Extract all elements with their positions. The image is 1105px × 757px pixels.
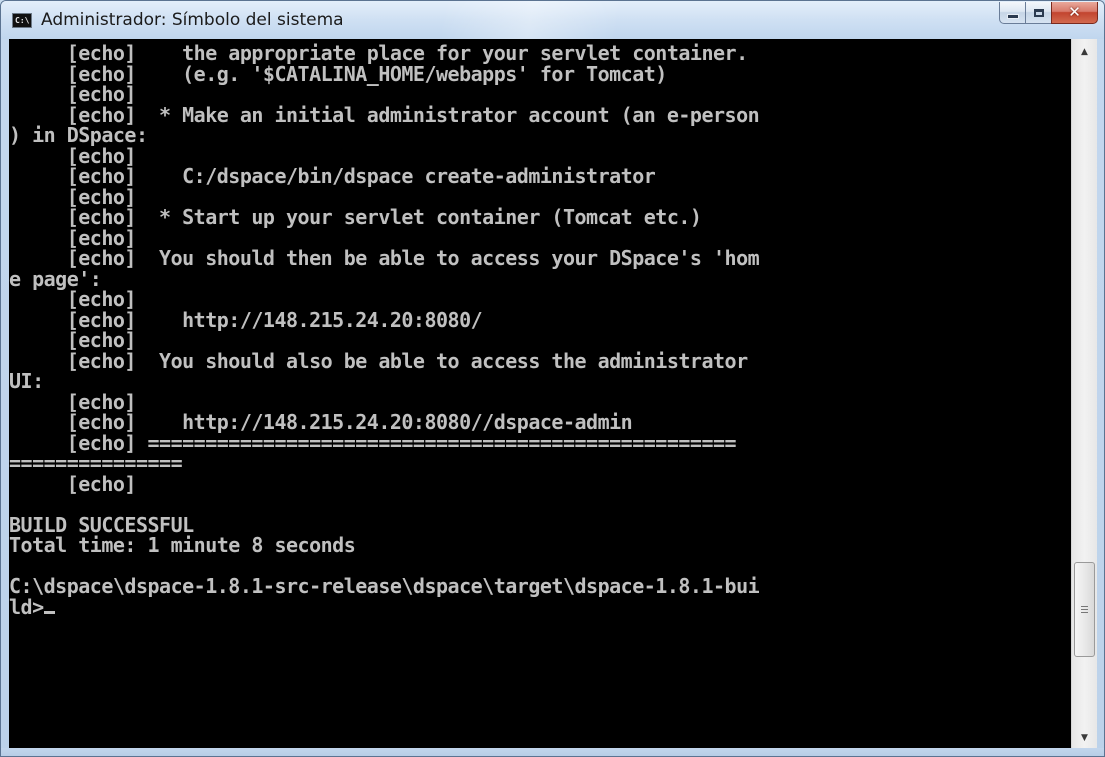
console-line: [echo] C:/dspace/bin/dspace create-admin…: [9, 164, 656, 188]
window-bottom-border: [1, 748, 1104, 756]
console-line: UI:: [9, 369, 44, 393]
caption-buttons: ✕: [999, 2, 1098, 24]
console-line: C:\dspace\dspace-1.8.1-src-release\dspac…: [9, 574, 760, 598]
console-line: ld>: [9, 596, 1071, 618]
console-line: [echo] http://148.215.24.20:8080/: [9, 307, 483, 332]
console-line: [echo] You should then be able to access…: [9, 246, 760, 270]
console-line: e page':: [9, 266, 102, 291]
close-icon: ✕: [1068, 3, 1081, 21]
console-line: Total time: 1 minute 8 seconds: [9, 533, 356, 557]
console-output[interactable]: [echo] the appropriate place for your se…: [9, 39, 1071, 750]
vertical-scrollbar[interactable]: ▲ ▼: [1071, 39, 1097, 750]
title-bar[interactable]: C:\ Administrador: Símbolo del sistema ✕: [1, 1, 1104, 39]
console-line: ===============: [9, 451, 183, 475]
console-line: [echo]: [9, 184, 137, 209]
console-line: [echo]: [9, 225, 137, 250]
console-line: [echo] =================================…: [9, 430, 737, 455]
maximize-icon: [1033, 8, 1044, 17]
console-line: [echo] * Start up your servlet container…: [9, 205, 702, 229]
cmd-app-icon[interactable]: C:\: [12, 13, 32, 28]
console-line: [echo] the appropriate place for your se…: [9, 41, 748, 65]
scroll-up-arrow-icon[interactable]: ▲: [1072, 39, 1097, 64]
console-line: [echo] http://148.215.24.20:8080//dspace…: [9, 410, 633, 434]
console-line: ) in DSpace:: [9, 123, 148, 147]
console-line: [echo] You should also be able to access…: [9, 348, 748, 373]
console-line: [echo]: [9, 82, 137, 106]
text-cursor: [43, 610, 55, 614]
command-prompt-window: C:\ Administrador: Símbolo del sistema ✕…: [0, 0, 1105, 757]
console-line: [echo]: [9, 389, 137, 414]
close-button[interactable]: ✕: [1051, 2, 1098, 24]
console-text: [echo] the appropriate place for your se…: [9, 39, 1071, 617]
console-line: [echo] (e.g. '$CATALINA_HOME/webapps' fo…: [9, 61, 668, 86]
maximize-button[interactable]: [1025, 2, 1052, 24]
window-title: Administrador: Símbolo del sistema: [41, 10, 344, 30]
console-line: [echo] * Make an initial administrator a…: [9, 102, 760, 127]
scrollbar-thumb[interactable]: [1074, 562, 1095, 658]
console-line: [echo]: [9, 143, 137, 168]
grip-icon: [1081, 606, 1088, 614]
console-line: [echo]: [9, 287, 137, 311]
console-line: [echo]: [9, 328, 137, 352]
minimize-button[interactable]: [999, 2, 1026, 24]
console-line: BUILD SUCCESSFUL: [9, 512, 194, 537]
scroll-down-arrow-icon[interactable]: ▼: [1072, 725, 1097, 750]
minimize-icon: [1006, 13, 1019, 19]
console-line: [echo]: [9, 471, 137, 496]
